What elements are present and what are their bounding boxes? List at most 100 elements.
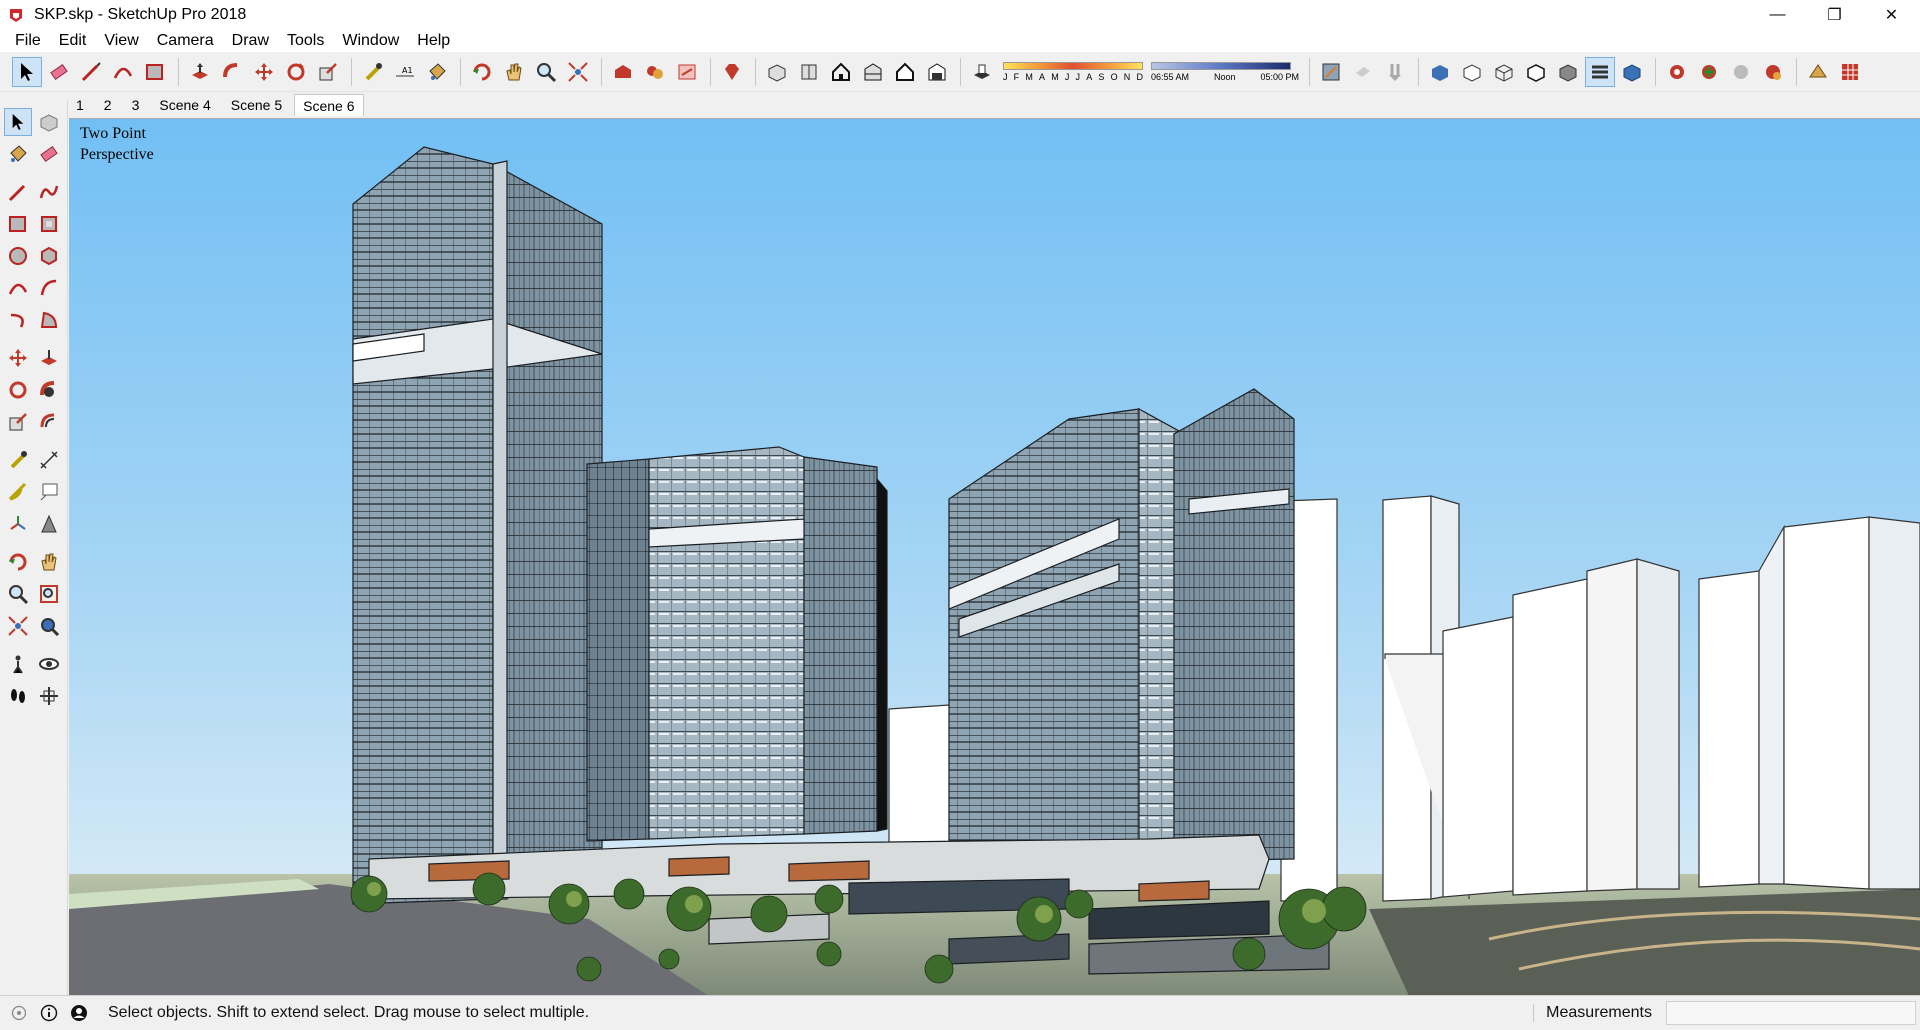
menu-file[interactable]: File: [6, 30, 50, 52]
scene-tab-4[interactable]: Scene 4: [151, 94, 218, 116]
shaded-style-icon[interactable]: [1553, 57, 1583, 87]
section-plane-icon[interactable]: [1316, 57, 1346, 87]
hidden-line-style-icon[interactable]: [1521, 57, 1551, 87]
select-tool-icon[interactable]: [4, 108, 32, 136]
plugin-orange-icon[interactable]: [1758, 57, 1788, 87]
zoom-extents-tool-icon[interactable]: [563, 57, 593, 87]
menu-window[interactable]: Window: [333, 30, 408, 52]
move-tool-icon[interactable]: [4, 344, 32, 372]
wireframe-style-icon[interactable]: [1489, 57, 1519, 87]
push-pull-tool-icon[interactable]: [185, 57, 215, 87]
month-slider-track[interactable]: [1003, 61, 1143, 70]
text-tool-icon[interactable]: [35, 478, 63, 506]
make-component-icon[interactable]: [35, 108, 63, 136]
position-camera-tool-icon[interactable]: [4, 650, 32, 678]
two-point-arc-tool-icon[interactable]: [35, 274, 63, 302]
pan-tool-icon[interactable]: [499, 57, 529, 87]
shaded-textures-style-icon[interactable]: [1585, 56, 1615, 87]
plugin-grid-icon[interactable]: [1835, 57, 1865, 87]
eraser-tool-icon[interactable]: [35, 140, 63, 168]
warehouse-icon[interactable]: [608, 57, 638, 87]
rectangle-tool-icon[interactable]: [4, 210, 32, 238]
back-view-icon[interactable]: [890, 57, 920, 87]
pie-tool-icon[interactable]: [35, 306, 63, 334]
xray-style-icon[interactable]: [1425, 57, 1455, 87]
zoom-extents-tool-icon[interactable]: [4, 612, 32, 640]
time-slider-track[interactable]: [1151, 61, 1291, 70]
move-tool-icon[interactable]: [249, 57, 279, 87]
maximize-button[interactable]: ❐: [1806, 0, 1863, 30]
follow-me-tool-icon[interactable]: [35, 376, 63, 404]
menu-view[interactable]: View: [95, 30, 147, 52]
dimension-tool-icon[interactable]: A1: [390, 57, 420, 87]
left-view-icon[interactable]: [922, 57, 952, 87]
extension-warehouse-icon[interactable]: [640, 57, 670, 87]
dimension-tool-icon[interactable]: [35, 446, 63, 474]
shadow-time-slider[interactable]: 06:55 AM Noon 05:00 PM: [1151, 61, 1299, 82]
offset-tool-icon[interactable]: [35, 408, 63, 436]
three-point-arc-tool-icon[interactable]: [4, 306, 32, 334]
follow-me-tool-icon[interactable]: [217, 57, 247, 87]
zoom-tool-icon[interactable]: [4, 580, 32, 608]
plugin-gray-icon[interactable]: [1726, 57, 1756, 87]
monochrome-style-icon[interactable]: [1617, 57, 1647, 87]
credits-info-icon[interactable]: [38, 1002, 60, 1024]
geolocation-icon[interactable]: [8, 1002, 30, 1024]
measurements-input[interactable]: [1666, 1001, 1916, 1025]
tape-measure-tool-icon[interactable]: [4, 446, 32, 474]
push-pull-tool-icon[interactable]: [35, 344, 63, 372]
previous-view-tool-icon[interactable]: [35, 612, 63, 640]
line-tool-icon[interactable]: [76, 57, 106, 87]
scene-tab-5[interactable]: Scene 5: [223, 94, 290, 116]
scale-tool-icon[interactable]: [313, 57, 343, 87]
walk-tool-icon[interactable]: [4, 682, 32, 710]
shadow-month-slider[interactable]: J F M A M J J A S O N D: [1003, 61, 1143, 82]
rotate-tool-icon[interactable]: [281, 57, 311, 87]
section-plane-tool-icon[interactable]: [35, 682, 63, 710]
ruby-console-icon[interactable]: [717, 57, 747, 87]
scene-tab-6[interactable]: Scene 6: [294, 94, 364, 116]
menu-draw[interactable]: Draw: [223, 30, 278, 52]
orbit-tool-icon[interactable]: [4, 548, 32, 576]
arc-tool-icon[interactable]: [4, 274, 32, 302]
menu-camera[interactable]: Camera: [148, 30, 223, 52]
back-edges-style-icon[interactable]: [1457, 57, 1487, 87]
top-view-icon[interactable]: [794, 57, 824, 87]
axes-tool-icon[interactable]: [4, 510, 32, 538]
rotate-tool-icon[interactable]: [4, 376, 32, 404]
line-tool-icon[interactable]: [4, 178, 32, 206]
pan-tool-icon[interactable]: [35, 548, 63, 576]
plugin-red-icon[interactable]: [1662, 57, 1692, 87]
menu-help[interactable]: Help: [408, 30, 459, 52]
menu-tools[interactable]: Tools: [278, 30, 333, 52]
model-viewport[interactable]: Two Point Perspective: [69, 118, 1920, 995]
zoom-window-tool-icon[interactable]: [35, 580, 63, 608]
iso-view-icon[interactable]: [762, 57, 792, 87]
rectangle-tool-icon[interactable]: [140, 57, 170, 87]
look-around-tool-icon[interactable]: [35, 650, 63, 678]
close-button[interactable]: ✕: [1863, 0, 1920, 30]
section-cut-icon[interactable]: [1380, 57, 1410, 87]
right-view-icon[interactable]: [858, 57, 888, 87]
rotated-rectangle-tool-icon[interactable]: [35, 210, 63, 238]
scene-tab-3[interactable]: 3: [124, 94, 148, 116]
paint-bucket-tool-icon[interactable]: [422, 57, 452, 87]
plugin-green-icon[interactable]: [1694, 57, 1724, 87]
3d-text-tool-icon[interactable]: [35, 510, 63, 538]
eraser-tool-icon[interactable]: [44, 57, 74, 87]
plugin-hat-icon[interactable]: [1803, 57, 1833, 87]
protractor-tool-icon[interactable]: [4, 478, 32, 506]
zoom-tool-icon[interactable]: [531, 57, 561, 87]
tape-measure-tool-icon[interactable]: [358, 57, 388, 87]
scale-tool-icon[interactable]: [4, 408, 32, 436]
menu-edit[interactable]: Edit: [50, 30, 96, 52]
scene-tab-1[interactable]: 1: [68, 94, 92, 116]
user-account-icon[interactable]: [68, 1002, 90, 1024]
orbit-tool-icon[interactable]: [467, 57, 497, 87]
shadows-toggle-icon[interactable]: [967, 57, 997, 87]
front-view-icon[interactable]: [826, 57, 856, 87]
section-display-icon[interactable]: [1348, 57, 1378, 87]
polygon-tool-icon[interactable]: [35, 242, 63, 270]
minimize-button[interactable]: —: [1749, 0, 1806, 30]
select-tool-icon[interactable]: [12, 56, 42, 87]
